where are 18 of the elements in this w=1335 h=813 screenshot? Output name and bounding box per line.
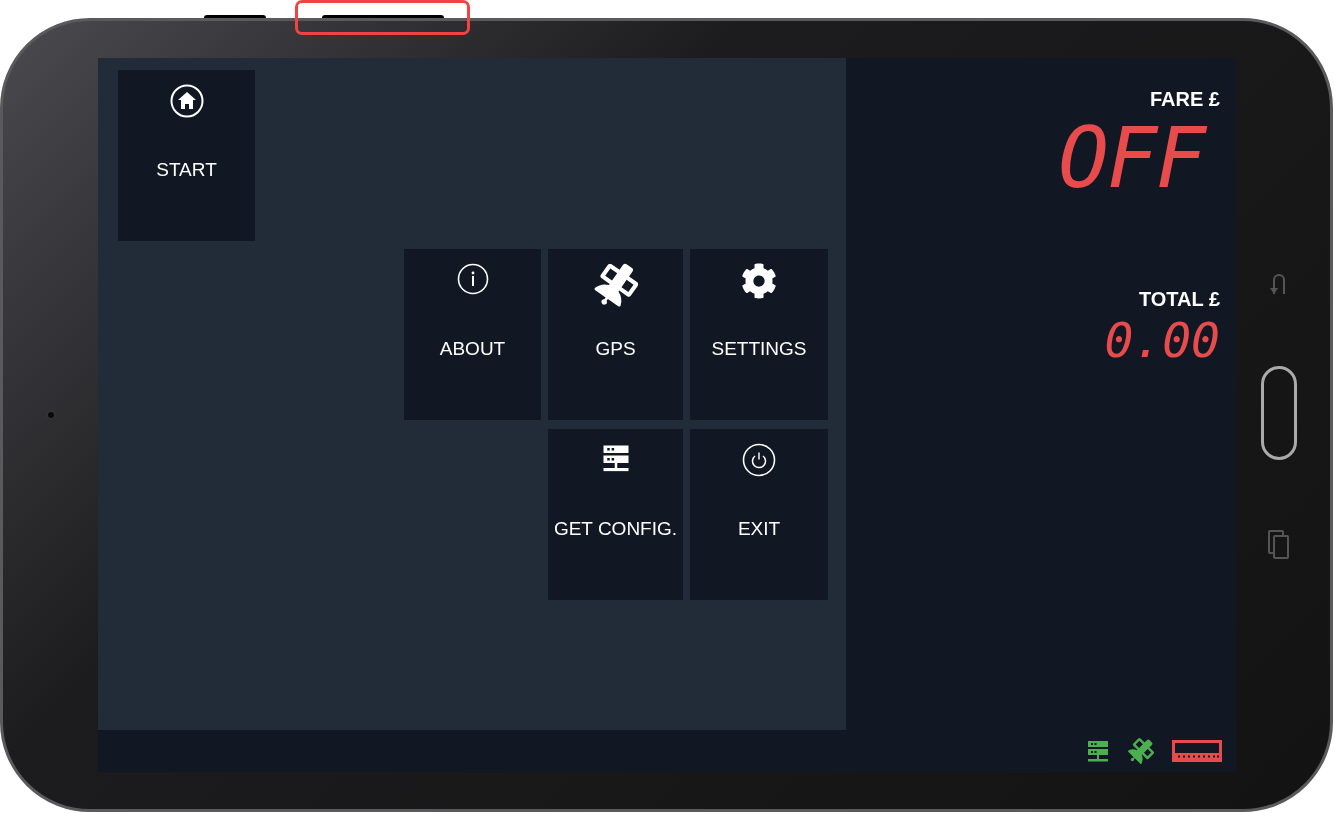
menu-tile[interactable]: GET CONFIG. [548, 429, 683, 600]
menu-tile[interactable]: SETTINGS [690, 249, 828, 420]
info-icon [456, 263, 489, 295]
settings-icon [741, 263, 777, 299]
recent-apps-icon[interactable] [1268, 530, 1290, 560]
menu-tile[interactable]: ABOUT [404, 249, 541, 420]
side-key [204, 15, 266, 18]
server-status-icon [1086, 739, 1110, 763]
camera-lens [45, 410, 56, 420]
total-label: TOTAL £ [1138, 287, 1220, 312]
home-icon [169, 84, 204, 118]
menu-tile[interactable]: GPS [548, 249, 683, 420]
power-icon [742, 443, 776, 477]
menu-tile[interactable]: START [118, 70, 255, 241]
fare-label: FARE £ [1149, 87, 1220, 112]
menu-tile[interactable]: EXIT [690, 429, 828, 600]
home-key[interactable] [1261, 366, 1297, 460]
total-display: 0.00 [1104, 316, 1220, 364]
